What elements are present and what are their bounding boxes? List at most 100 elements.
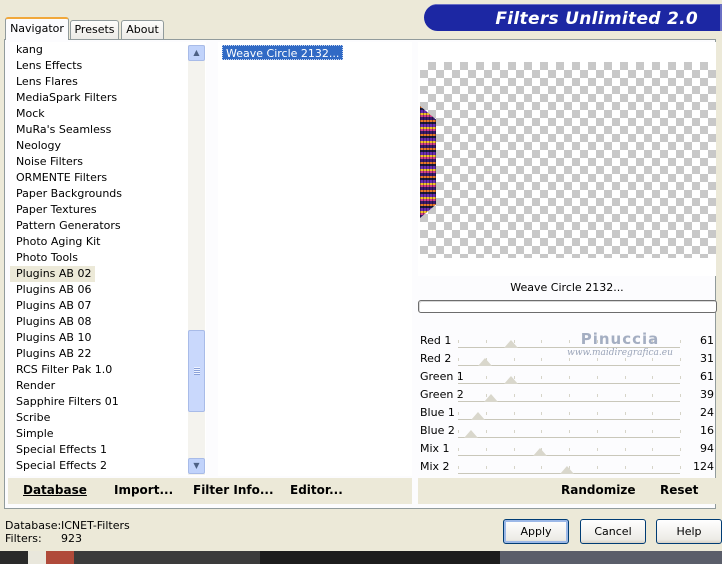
filter-item-selected[interactable]: Weave Circle 2132...	[222, 45, 344, 60]
slider-green-1[interactable]: Green 1 61	[418, 368, 716, 386]
category-items: kang Lens Effects Lens Flares MediaSpark Fi…	[10, 42, 206, 474]
slider-tick	[625, 376, 626, 379]
preview-canvas	[420, 62, 716, 258]
category-item[interactable]: Mock	[10, 106, 206, 122]
apply-button[interactable]: Apply	[503, 519, 569, 544]
slider-tick	[541, 412, 542, 415]
category-item[interactable]: MediaSpark Filters	[10, 90, 206, 106]
category-item[interactable]: Neology	[10, 138, 206, 154]
category-item[interactable]: Noise Filters	[10, 154, 206, 170]
slider-red-1[interactable]: Red 1 61	[418, 332, 716, 350]
randomize-button[interactable]: Randomize	[561, 483, 635, 497]
slider-track[interactable]	[458, 383, 680, 384]
slider-tick	[458, 394, 459, 397]
category-item[interactable]: Plugins AB 10	[10, 330, 206, 346]
database-button[interactable]: Database	[23, 483, 87, 497]
category-item[interactable]: ORMENTE Filters	[10, 170, 206, 186]
tab-navigator[interactable]: Navigator	[5, 17, 69, 40]
slider-tick	[652, 376, 653, 379]
slider-mix-2[interactable]: Mix 2 124	[418, 458, 716, 476]
category-item[interactable]: Plugins AB 08	[10, 314, 206, 330]
slider-blue-2[interactable]: Blue 2 16	[418, 422, 716, 440]
cancel-button[interactable]: Cancel	[580, 519, 646, 544]
category-item[interactable]: Paper Textures	[10, 202, 206, 218]
slider-value: 39	[700, 388, 714, 401]
category-item[interactable]: Plugins AB 22	[10, 346, 206, 362]
slider-track[interactable]	[458, 347, 680, 348]
tab-presets[interactable]: Presets	[70, 20, 119, 39]
scroll-thumb[interactable]	[188, 330, 205, 412]
slider-tick	[486, 340, 487, 343]
slider-tick	[569, 376, 570, 379]
reset-button[interactable]: Reset	[660, 483, 698, 497]
slider-tick	[458, 448, 459, 451]
background-strip	[0, 551, 722, 564]
category-item-selected-row: Plugins AB 02	[10, 266, 206, 282]
editor-button[interactable]: Editor...	[290, 483, 343, 497]
category-item[interactable]: Lens Effects	[10, 58, 206, 74]
slider-tick	[569, 448, 570, 451]
slider-thumb[interactable]	[504, 376, 518, 384]
category-item[interactable]: Plugins AB 06	[10, 282, 206, 298]
category-item[interactable]: Scribe	[10, 410, 206, 426]
slider-value: 61	[700, 334, 714, 347]
slider-tick	[541, 340, 542, 343]
slider-tick	[486, 376, 487, 379]
slider-tick	[458, 376, 459, 379]
category-item[interactable]: Photo Tools	[10, 250, 206, 266]
slider-thumb[interactable]	[464, 430, 478, 438]
import-button[interactable]: Import...	[114, 483, 173, 497]
slider-red-2[interactable]: Red 2 31	[418, 350, 716, 368]
status-database-value: ICNET-Filters	[61, 519, 130, 532]
category-item[interactable]: Lens Flares	[10, 74, 206, 90]
category-item[interactable]: kang	[10, 42, 206, 58]
title-banner: Filters Unlimited 2.0	[424, 4, 722, 31]
slider-tick	[458, 466, 459, 469]
slider-thumb[interactable]	[471, 412, 485, 420]
slider-green-2[interactable]: Green 2 39	[418, 386, 716, 404]
category-item[interactable]: RCS Filter Pak 1.0	[10, 362, 206, 378]
slider-mix-1[interactable]: Mix 1 94	[418, 440, 716, 458]
category-item[interactable]: Paper Backgrounds	[10, 186, 206, 202]
slider-tick	[680, 466, 681, 469]
category-item[interactable]: Special Effects 1	[10, 442, 206, 458]
category-item[interactable]: Plugins AB 07	[10, 298, 206, 314]
slider-thumb[interactable]	[560, 466, 574, 474]
slider-tick	[625, 340, 626, 343]
slider-label: Blue 2	[420, 424, 455, 437]
slider-tick	[541, 376, 542, 379]
category-item[interactable]: Sapphire Filters 01	[10, 394, 206, 410]
slider-thumb[interactable]	[504, 340, 518, 348]
category-scrollbar[interactable]: ▲ ▼	[188, 45, 205, 475]
slider-thumb[interactable]	[484, 394, 498, 402]
category-item[interactable]: Plugins AB 02	[10, 266, 96, 282]
slider-tick	[597, 376, 598, 379]
slider-track[interactable]	[458, 455, 680, 456]
scroll-down-button[interactable]: ▼	[188, 458, 205, 474]
slider-label: Red 1	[420, 334, 452, 347]
category-item[interactable]: Simple	[10, 426, 206, 442]
category-item[interactable]: Render	[10, 378, 206, 394]
slider-track[interactable]	[458, 437, 680, 438]
slider-track[interactable]	[458, 419, 680, 420]
slider-tick	[458, 340, 459, 343]
slider-tick	[652, 430, 653, 433]
category-item[interactable]: Pattern Generators	[10, 218, 206, 234]
filter-list[interactable]: Weave Circle 2132...	[218, 42, 412, 476]
scroll-up-button[interactable]: ▲	[188, 45, 205, 61]
slider-tick	[597, 394, 598, 397]
help-button[interactable]: Help	[656, 519, 722, 544]
slider-blue-1[interactable]: Blue 1 24	[418, 404, 716, 422]
status-filters-key: Filters:	[5, 532, 42, 545]
category-item[interactable]: Photo Aging Kit	[10, 234, 206, 250]
slider-tick	[486, 412, 487, 415]
slider-thumb[interactable]	[533, 448, 547, 456]
category-item[interactable]: Special Effects 2	[10, 458, 206, 474]
slider-thumb[interactable]	[478, 358, 492, 366]
category-item[interactable]: MuRa's Seamless	[10, 122, 206, 138]
slider-tick	[458, 358, 459, 361]
slider-tick	[514, 448, 515, 451]
category-list[interactable]: kang Lens Effects Lens Flares MediaSpark Fi…	[10, 42, 206, 476]
filter-info-button[interactable]: Filter Info...	[193, 483, 274, 497]
tab-about[interactable]: About	[121, 20, 164, 39]
